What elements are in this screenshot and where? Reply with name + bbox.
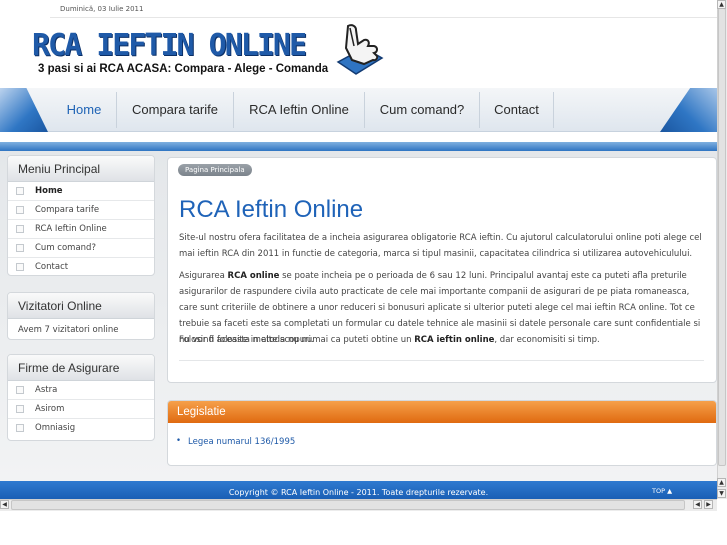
insurer-item-astra[interactable]: Astra [8,381,154,400]
legislation-link[interactable]: Legea numarul 136/1995 [176,436,295,447]
menu-module: Meniu Principal Home Compara tarife RCA … [7,155,155,276]
footer-copyright: Copyright © RCA Ieftin Online - 2011. To… [228,488,489,497]
visitors-count-text: Avem 7 vizitatori online [18,325,119,335]
menu-item-cum-comand[interactable]: Cum comand? [8,239,154,258]
intro-paragraph: Site-ul nostru ofera facilitatea de a in… [179,233,702,259]
insurers-module-title: Firme de Asigurare [8,355,154,381]
nav-compara-tarife[interactable]: Compara tarife [117,92,234,128]
nav-contact[interactable]: Contact [480,92,554,128]
menu-item-contact[interactable]: Contact [8,258,154,275]
legislation-title: Legislatie [168,401,716,423]
nav-rca-ieftin-online[interactable]: RCA Ieftin Online [234,92,365,128]
insurer-item-omniasig[interactable]: Omniasig [8,419,154,438]
details-text: Asigurarea [179,271,228,281]
menu-item-label: RCA Ieftin Online [35,224,107,234]
visitors-module-title: Vizitatori Online [8,293,154,319]
menu-item-label: Contact [35,262,69,272]
square-bullet-icon [16,263,24,271]
menu-item-compara-tarife[interactable]: Compara tarife [8,201,154,220]
header-divider [50,17,727,18]
summary-text: Folosind aceasta metoda nu numai ca pute… [179,335,415,345]
site-logo[interactable]: RCA IEFTIN ONLINE 3 pasi si ai RCA ACASA… [30,22,390,84]
window-bottom [0,511,727,545]
main-content: Pagina Principala RCA Ieftin Online Site… [167,157,717,383]
scroll-left-button-right[interactable]: ◀ [693,500,702,509]
square-bullet-icon [16,424,24,432]
logo-title: RCA IEFTIN ONLINE [32,28,307,63]
nav-home[interactable]: Home [52,92,117,128]
summary-paragraph: Folosind aceasta metoda nu numai ca pute… [179,332,704,348]
pointing-hand-icon [336,24,384,75]
summary-text: , dar economisiti si timp. [494,335,600,345]
square-bullet-icon [16,405,24,413]
menu-item-label: Home [35,186,63,196]
menu-item-rca-ieftin-online[interactable]: RCA Ieftin Online [8,220,154,239]
breadcrumb[interactable]: Pagina Principala [178,164,252,176]
scroll-down-button-top[interactable]: ▲ [717,478,726,487]
square-bullet-icon [16,206,24,214]
insurer-label: Asirom [35,404,65,414]
legislation-module: Legislatie Legea numarul 136/1995 [167,400,717,466]
details-emphasis: RCA online [227,271,280,281]
square-bullet-icon [16,187,24,195]
scroll-down-button[interactable]: ▼ [717,489,726,498]
horizontal-scroll-thumb[interactable] [11,500,685,510]
header-bottom-bar [0,142,727,151]
insurer-label: Astra [35,385,58,395]
header-date: Duminică, 03 Iulie 2011 [60,5,144,13]
scroll-left-button[interactable]: ◀ [0,500,9,509]
menu-item-label: Cum comand? [35,243,96,253]
menu-item-label: Compara tarife [35,205,100,215]
visitors-module: Vizitatori Online Avem 7 vizitatori onli… [7,292,155,340]
square-bullet-icon [16,386,24,394]
scroll-right-button[interactable]: ▶ [704,500,713,509]
scroll-up-button[interactable]: ▲ [717,0,726,9]
menu-module-title: Meniu Principal [8,156,154,182]
content-divider [179,360,704,361]
insurer-item-asirom[interactable]: Asirom [8,400,154,419]
page: Duminică, 03 Iulie 2011 RCA IEFTIN ONLIN… [0,0,727,545]
back-to-top-link[interactable]: TOP ▲ [652,487,672,495]
vertical-scroll-thumb[interactable] [718,8,726,466]
menu-item-home[interactable]: Home [8,182,154,201]
insurer-label: Omniasig [35,423,76,433]
square-bullet-icon [16,225,24,233]
nav-cum-comand[interactable]: Cum comand? [365,92,480,128]
page-title: RCA Ieftin Online [179,196,364,223]
summary-emphasis: RCA ieftin online [414,335,495,345]
logo-subtitle: 3 pasi si ai RCA ACASA: Compara - Alege … [38,63,329,75]
insurers-module: Firme de Asigurare Astra Asirom Omniasig [7,354,155,441]
square-bullet-icon [16,244,24,252]
